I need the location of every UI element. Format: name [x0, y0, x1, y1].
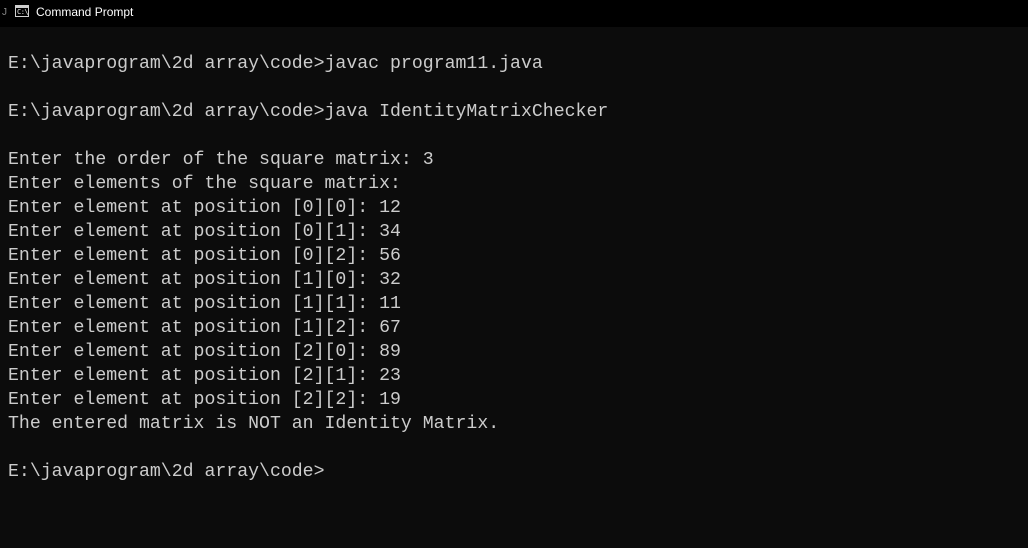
console-line: Enter element at position [2][2]: 19: [8, 390, 401, 410]
console-line: E:\javaprogram\2d array\code>java Identi…: [8, 102, 609, 122]
console-line: Enter element at position [0][1]: 34: [8, 222, 401, 242]
command-prompt-window: J C:\ Command Prompt E:\javaprogram\2d a…: [0, 0, 1028, 548]
window-title: Command Prompt: [36, 5, 134, 19]
console-line: Enter the order of the square matrix: 3: [8, 150, 434, 170]
console-line: Enter element at position [1][1]: 11: [8, 294, 401, 314]
console-line: Enter element at position [0][2]: 56: [8, 246, 401, 266]
console-line: E:\javaprogram\2d array\code>javac progr…: [8, 54, 543, 74]
console-line: Enter element at position [0][0]: 12: [8, 198, 401, 218]
console-line: Enter element at position [1][2]: 67: [8, 318, 401, 338]
command-prompt-icon-text: C:\: [17, 8, 29, 16]
edge-glyph: J: [2, 7, 7, 18]
title-bar[interactable]: J C:\ Command Prompt: [0, 0, 1028, 27]
console-line: Enter element at position [2][1]: 23: [8, 366, 401, 386]
console-output[interactable]: E:\javaprogram\2d array\code>javac progr…: [8, 52, 1028, 482]
console-line: Enter element at position [2][0]: 89: [8, 342, 401, 362]
console-line: The entered matrix is NOT an Identity Ma…: [8, 414, 500, 434]
command-prompt-icon[interactable]: C:\: [15, 5, 29, 17]
console-prompt-line: E:\javaprogram\2d array\code>: [8, 462, 325, 482]
console-line: Enter elements of the square matrix:: [8, 174, 401, 194]
console-line: Enter element at position [1][0]: 32: [8, 270, 401, 290]
